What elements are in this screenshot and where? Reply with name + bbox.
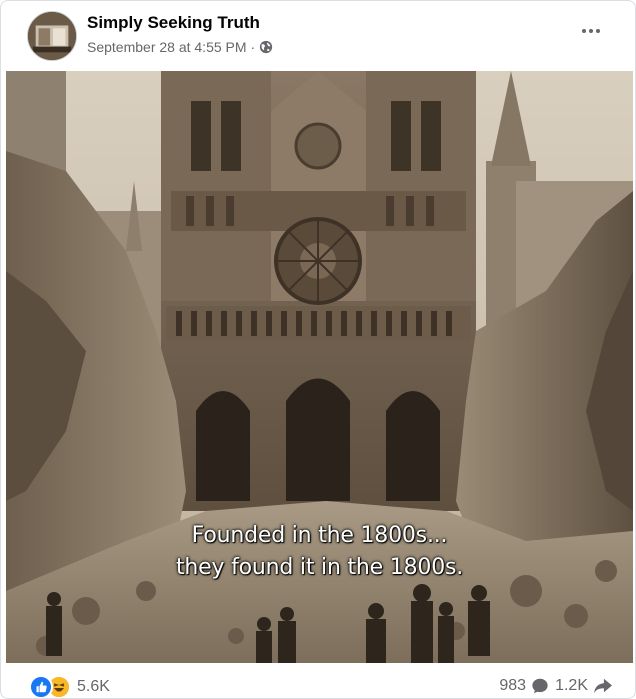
comment-icon	[532, 678, 548, 694]
meta-separator: ·	[250, 39, 256, 55]
like-icon	[29, 675, 53, 698]
post-meta: September 28 at 4:55 PM ·	[87, 39, 273, 55]
image-caption-line-1: Founded in the 1800s...	[191, 523, 448, 548]
post-footer: 5.6K 983 1.2K	[1, 671, 635, 698]
author-name[interactable]: Simply Seeking Truth	[87, 13, 260, 33]
image-caption-line-2: they found it in the 1800s.	[175, 555, 464, 580]
reaction-count: 5.6K	[77, 678, 110, 695]
post-timestamp[interactable]: September 28 at 4:55 PM	[87, 39, 247, 55]
post-image[interactable]: Founded in the 1800s... they found it in…	[6, 71, 633, 663]
post-card: Simply Seeking Truth September 28 at 4:5…	[0, 0, 636, 699]
comment-count-label: 983	[499, 677, 527, 694]
post-header: Simply Seeking Truth September 28 at 4:5…	[1, 1, 635, 71]
share-count-label: 1.2K	[555, 677, 588, 694]
shares-count[interactable]: 1.2K	[555, 677, 613, 695]
more-options-icon[interactable]	[573, 19, 609, 43]
share-icon	[594, 678, 612, 694]
reactions-summary[interactable]: 5.6K	[29, 675, 110, 698]
avatar-image	[28, 12, 76, 60]
author-avatar[interactable]	[27, 11, 77, 61]
engagement-stats: 983 1.2K	[499, 677, 613, 695]
globe-icon[interactable]	[259, 40, 273, 54]
comments-count[interactable]: 983	[499, 677, 549, 695]
